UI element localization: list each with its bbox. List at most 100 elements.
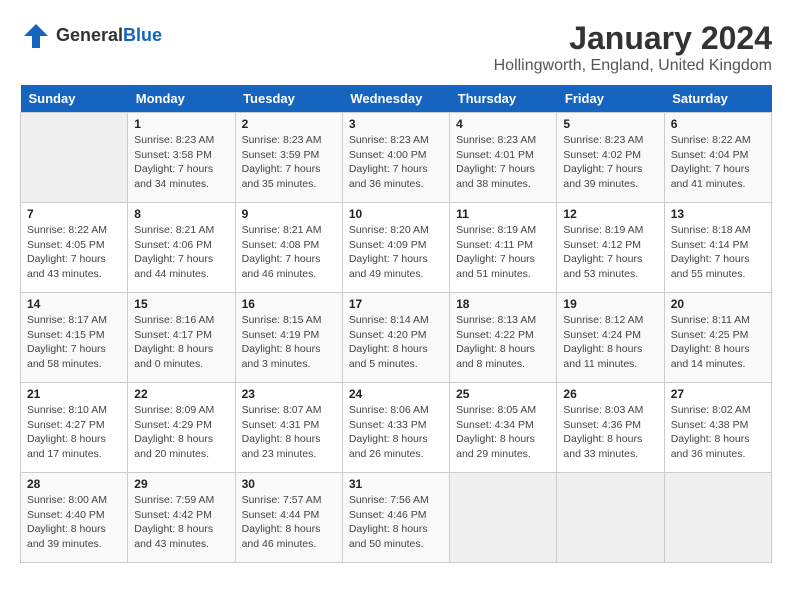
day-of-week-header: Wednesday	[342, 85, 449, 113]
day-info: Sunrise: 8:23 AMSunset: 3:59 PMDaylight:…	[242, 133, 336, 192]
day-of-week-header: Friday	[557, 85, 664, 113]
logo: GeneralBlue	[20, 20, 162, 52]
calendar-week-row: 7 Sunrise: 8:22 AMSunset: 4:05 PMDayligh…	[21, 203, 772, 293]
day-number: 20	[671, 297, 765, 311]
day-info: Sunrise: 8:15 AMSunset: 4:19 PMDaylight:…	[242, 313, 336, 372]
calendar-cell	[21, 113, 128, 203]
location: Hollingworth, England, United Kingdom	[494, 57, 772, 75]
day-info: Sunrise: 7:56 AMSunset: 4:46 PMDaylight:…	[349, 493, 443, 552]
day-number: 12	[563, 207, 657, 221]
logo-text: GeneralBlue	[56, 26, 162, 46]
calendar-cell: 15 Sunrise: 8:16 AMSunset: 4:17 PMDaylig…	[128, 293, 235, 383]
day-number: 4	[456, 117, 550, 131]
calendar-cell	[450, 473, 557, 563]
calendar-cell: 26 Sunrise: 8:03 AMSunset: 4:36 PMDaylig…	[557, 383, 664, 473]
day-info: Sunrise: 8:21 AMSunset: 4:08 PMDaylight:…	[242, 223, 336, 282]
day-info: Sunrise: 8:19 AMSunset: 4:11 PMDaylight:…	[456, 223, 550, 282]
day-info: Sunrise: 7:59 AMSunset: 4:42 PMDaylight:…	[134, 493, 228, 552]
calendar-table: SundayMondayTuesdayWednesdayThursdayFrid…	[20, 85, 772, 563]
logo-blue-text: Blue	[123, 25, 162, 45]
day-number: 19	[563, 297, 657, 311]
day-info: Sunrise: 8:06 AMSunset: 4:33 PMDaylight:…	[349, 403, 443, 462]
day-number: 28	[27, 477, 121, 491]
day-number: 6	[671, 117, 765, 131]
day-info: Sunrise: 8:07 AMSunset: 4:31 PMDaylight:…	[242, 403, 336, 462]
calendar-cell: 16 Sunrise: 8:15 AMSunset: 4:19 PMDaylig…	[235, 293, 342, 383]
day-number: 23	[242, 387, 336, 401]
calendar-cell: 31 Sunrise: 7:56 AMSunset: 4:46 PMDaylig…	[342, 473, 449, 563]
day-info: Sunrise: 8:23 AMSunset: 4:00 PMDaylight:…	[349, 133, 443, 192]
day-number: 5	[563, 117, 657, 131]
calendar-cell: 3 Sunrise: 8:23 AMSunset: 4:00 PMDayligh…	[342, 113, 449, 203]
calendar-cell: 6 Sunrise: 8:22 AMSunset: 4:04 PMDayligh…	[664, 113, 771, 203]
day-number: 9	[242, 207, 336, 221]
day-info: Sunrise: 8:17 AMSunset: 4:15 PMDaylight:…	[27, 313, 121, 372]
calendar-cell: 7 Sunrise: 8:22 AMSunset: 4:05 PMDayligh…	[21, 203, 128, 293]
calendar-cell: 17 Sunrise: 8:14 AMSunset: 4:20 PMDaylig…	[342, 293, 449, 383]
logo-general-text: General	[56, 25, 123, 45]
day-info: Sunrise: 8:20 AMSunset: 4:09 PMDaylight:…	[349, 223, 443, 282]
calendar-cell: 28 Sunrise: 8:00 AMSunset: 4:40 PMDaylig…	[21, 473, 128, 563]
day-of-week-header: Monday	[128, 85, 235, 113]
day-info: Sunrise: 8:03 AMSunset: 4:36 PMDaylight:…	[563, 403, 657, 462]
day-info: Sunrise: 8:23 AMSunset: 4:02 PMDaylight:…	[563, 133, 657, 192]
calendar-cell: 5 Sunrise: 8:23 AMSunset: 4:02 PMDayligh…	[557, 113, 664, 203]
calendar-cell	[557, 473, 664, 563]
day-info: Sunrise: 8:13 AMSunset: 4:22 PMDaylight:…	[456, 313, 550, 372]
calendar-cell: 2 Sunrise: 8:23 AMSunset: 3:59 PMDayligh…	[235, 113, 342, 203]
calendar-cell: 1 Sunrise: 8:23 AMSunset: 3:58 PMDayligh…	[128, 113, 235, 203]
day-number: 27	[671, 387, 765, 401]
day-number: 2	[242, 117, 336, 131]
calendar-week-row: 1 Sunrise: 8:23 AMSunset: 3:58 PMDayligh…	[21, 113, 772, 203]
calendar-cell: 13 Sunrise: 8:18 AMSunset: 4:14 PMDaylig…	[664, 203, 771, 293]
calendar-cell: 27 Sunrise: 8:02 AMSunset: 4:38 PMDaylig…	[664, 383, 771, 473]
calendar-cell: 10 Sunrise: 8:20 AMSunset: 4:09 PMDaylig…	[342, 203, 449, 293]
day-number: 21	[27, 387, 121, 401]
day-info: Sunrise: 8:22 AMSunset: 4:05 PMDaylight:…	[27, 223, 121, 282]
page-header: GeneralBlue January 2024 Hollingworth, E…	[20, 20, 772, 75]
day-info: Sunrise: 8:18 AMSunset: 4:14 PMDaylight:…	[671, 223, 765, 282]
day-number: 8	[134, 207, 228, 221]
day-number: 16	[242, 297, 336, 311]
calendar-week-row: 14 Sunrise: 8:17 AMSunset: 4:15 PMDaylig…	[21, 293, 772, 383]
day-info: Sunrise: 8:23 AMSunset: 4:01 PMDaylight:…	[456, 133, 550, 192]
calendar-cell: 14 Sunrise: 8:17 AMSunset: 4:15 PMDaylig…	[21, 293, 128, 383]
calendar-cell: 21 Sunrise: 8:10 AMSunset: 4:27 PMDaylig…	[21, 383, 128, 473]
day-info: Sunrise: 8:11 AMSunset: 4:25 PMDaylight:…	[671, 313, 765, 372]
calendar-cell: 22 Sunrise: 8:09 AMSunset: 4:29 PMDaylig…	[128, 383, 235, 473]
calendar-cell: 25 Sunrise: 8:05 AMSunset: 4:34 PMDaylig…	[450, 383, 557, 473]
calendar-cell: 11 Sunrise: 8:19 AMSunset: 4:11 PMDaylig…	[450, 203, 557, 293]
calendar-cell: 8 Sunrise: 8:21 AMSunset: 4:06 PMDayligh…	[128, 203, 235, 293]
calendar-cell: 19 Sunrise: 8:12 AMSunset: 4:24 PMDaylig…	[557, 293, 664, 383]
calendar-header-row: SundayMondayTuesdayWednesdayThursdayFrid…	[21, 85, 772, 113]
day-number: 1	[134, 117, 228, 131]
day-info: Sunrise: 8:23 AMSunset: 3:58 PMDaylight:…	[134, 133, 228, 192]
calendar-cell: 24 Sunrise: 8:06 AMSunset: 4:33 PMDaylig…	[342, 383, 449, 473]
day-of-week-header: Saturday	[664, 85, 771, 113]
day-info: Sunrise: 8:10 AMSunset: 4:27 PMDaylight:…	[27, 403, 121, 462]
day-number: 13	[671, 207, 765, 221]
day-info: Sunrise: 8:16 AMSunset: 4:17 PMDaylight:…	[134, 313, 228, 372]
day-info: Sunrise: 8:09 AMSunset: 4:29 PMDaylight:…	[134, 403, 228, 462]
day-number: 7	[27, 207, 121, 221]
day-of-week-header: Thursday	[450, 85, 557, 113]
day-info: Sunrise: 7:57 AMSunset: 4:44 PMDaylight:…	[242, 493, 336, 552]
day-number: 29	[134, 477, 228, 491]
day-info: Sunrise: 8:12 AMSunset: 4:24 PMDaylight:…	[563, 313, 657, 372]
title-block: January 2024 Hollingworth, England, Unit…	[494, 20, 772, 75]
calendar-cell: 9 Sunrise: 8:21 AMSunset: 4:08 PMDayligh…	[235, 203, 342, 293]
day-number: 17	[349, 297, 443, 311]
day-number: 10	[349, 207, 443, 221]
calendar-cell: 30 Sunrise: 7:57 AMSunset: 4:44 PMDaylig…	[235, 473, 342, 563]
day-info: Sunrise: 8:05 AMSunset: 4:34 PMDaylight:…	[456, 403, 550, 462]
calendar-cell: 23 Sunrise: 8:07 AMSunset: 4:31 PMDaylig…	[235, 383, 342, 473]
calendar-cell: 29 Sunrise: 7:59 AMSunset: 4:42 PMDaylig…	[128, 473, 235, 563]
day-of-week-header: Sunday	[21, 85, 128, 113]
day-number: 26	[563, 387, 657, 401]
day-number: 18	[456, 297, 550, 311]
day-of-week-header: Tuesday	[235, 85, 342, 113]
day-info: Sunrise: 8:14 AMSunset: 4:20 PMDaylight:…	[349, 313, 443, 372]
calendar-cell: 18 Sunrise: 8:13 AMSunset: 4:22 PMDaylig…	[450, 293, 557, 383]
day-number: 24	[349, 387, 443, 401]
calendar-week-row: 28 Sunrise: 8:00 AMSunset: 4:40 PMDaylig…	[21, 473, 772, 563]
